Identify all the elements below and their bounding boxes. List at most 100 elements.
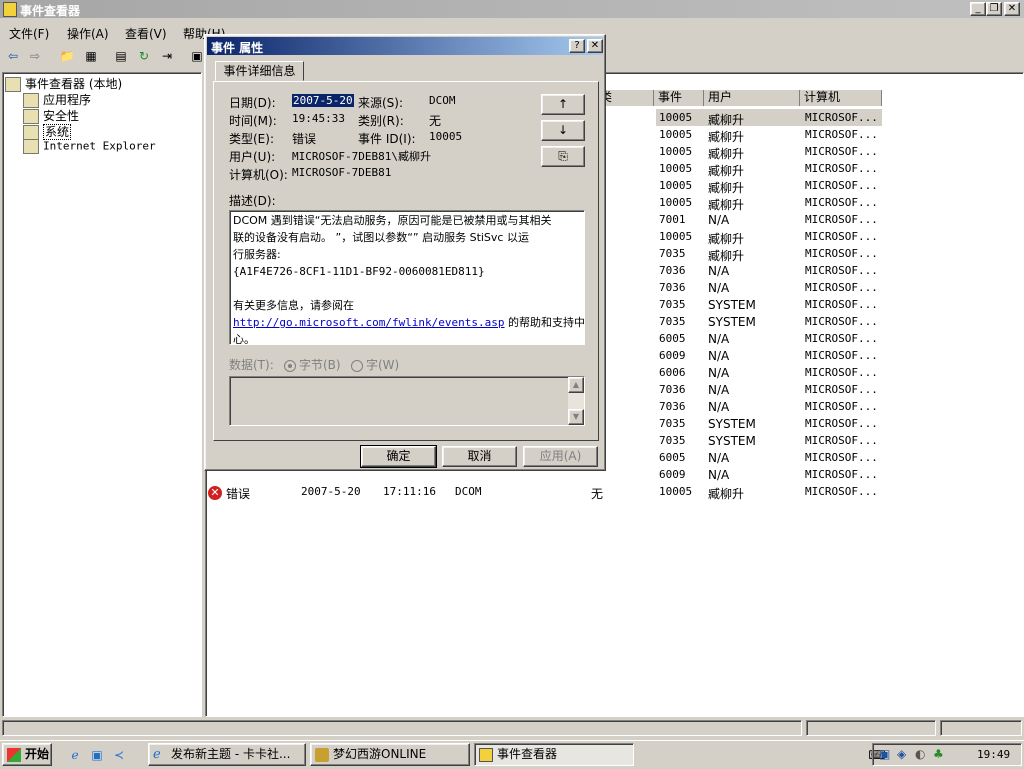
task-event-viewer[interactable]: 事件查看器 xyxy=(474,743,634,766)
dialog-close-button[interactable]: ✕ xyxy=(587,39,603,53)
row-computer: MICROSOF... xyxy=(805,230,878,243)
bytes-radio[interactable]: 字节(B) xyxy=(284,356,341,373)
row-computer: MICROSOF... xyxy=(805,179,878,192)
ok-button[interactable]: 确定 xyxy=(360,445,437,468)
previous-event-button[interactable]: ↑ xyxy=(541,94,585,115)
row-user: SYSTEM xyxy=(708,417,756,431)
row-user: N/A xyxy=(708,349,730,363)
security-icon[interactable]: ◈ xyxy=(897,747,906,761)
update-icon[interactable]: ♣ xyxy=(933,747,944,761)
minimize-button[interactable]: _ xyxy=(970,2,986,16)
row-user: N/A xyxy=(708,451,730,465)
log-icon xyxy=(23,93,39,108)
data-label: 数据(T): xyxy=(229,358,274,372)
properties-icon[interactable]: ▤ xyxy=(112,47,130,65)
next-event-button[interactable]: ↓ xyxy=(541,120,585,141)
tree-item-security[interactable]: 安全性 xyxy=(23,107,79,124)
tree-item-system[interactable]: 系统 xyxy=(23,123,72,140)
row-user: N/A xyxy=(708,468,730,482)
show-tree-icon[interactable]: ▦ xyxy=(82,47,100,65)
game-icon xyxy=(315,748,329,762)
data-scrollbar[interactable]: ▲ ▼ xyxy=(568,377,584,425)
tree-root[interactable]: 事件查看器 (本地) xyxy=(5,75,122,92)
log-icon xyxy=(23,109,39,124)
type-label: 类型(E): xyxy=(229,132,274,146)
copy-button[interactable]: ⎘ xyxy=(541,146,585,167)
description-label: 描述(D): xyxy=(229,194,276,208)
volume-icon[interactable]: ◐ xyxy=(915,747,925,761)
tab-event-details[interactable]: 事件详细信息 xyxy=(215,61,304,81)
menu-file[interactable]: 文件(F) xyxy=(9,25,49,42)
up-folder-icon[interactable]: 📁 xyxy=(58,47,76,65)
user-value: MICROSOF-7DEB81\臧柳升 xyxy=(292,150,431,163)
time-value: 19:45:33 xyxy=(292,112,345,125)
status-pane-3 xyxy=(940,720,1022,736)
data-box[interactable]: ▲ ▼ xyxy=(229,376,585,426)
log-icon xyxy=(23,139,39,154)
source-value: DCOM xyxy=(429,94,456,107)
row-computer: MICROSOF... xyxy=(805,315,878,328)
table-row[interactable]: ✕ 错误 2007-5-20 17:11:16 DCOM 无 10005 臧柳升… xyxy=(206,483,1023,501)
messenger-quicklaunch-icon[interactable]: ≺ xyxy=(110,746,128,764)
scroll-down-icon[interactable]: ▼ xyxy=(568,409,584,425)
task-forum-post[interactable]: ℯ 发布新主题 - 卡卡社... xyxy=(148,743,306,766)
tree-item-application[interactable]: 应用程序 xyxy=(23,91,91,108)
row-user: N/A xyxy=(708,383,730,397)
row-event: 10005 xyxy=(659,162,693,175)
row-computer: MICROSOF... xyxy=(805,298,878,311)
start-button[interactable]: 开始 xyxy=(2,743,52,766)
row-user: N/A xyxy=(708,400,730,414)
menu-view[interactable]: 查看(V) xyxy=(125,25,167,42)
task-fantasy-westward[interactable]: 梦幻西游ONLINE xyxy=(310,743,470,766)
restore-button[interactable]: ❐ xyxy=(986,2,1002,16)
dialog-help-button[interactable]: ? xyxy=(569,39,585,53)
row-computer: MICROSOF... xyxy=(805,128,878,141)
ie-icon: ℯ xyxy=(153,747,161,762)
row-event: 7035 xyxy=(659,298,686,311)
date-label: 日期(D): xyxy=(229,96,276,110)
row-event: 7001 xyxy=(659,213,686,226)
apply-button[interactable]: 应用(A) xyxy=(523,446,598,467)
taskbar: 开始 ℯ ▣ ≺ ℯ 发布新主题 - 卡卡社... 梦幻西游ONLINE 事件查… xyxy=(0,740,1024,769)
date-value: 2007-5-20 xyxy=(292,94,354,107)
computer-icon xyxy=(5,77,21,92)
menu-action[interactable]: 操作(A) xyxy=(67,25,109,42)
console-tree: 事件查看器 (本地) 应用程序 安全性 系统 Internet Explorer xyxy=(2,72,202,717)
cancel-button[interactable]: 取消 xyxy=(442,446,517,467)
network-icon[interactable]: ▣ xyxy=(879,747,890,761)
scroll-up-icon[interactable]: ▲ xyxy=(568,377,584,393)
description-box[interactable]: DCOM 遇到错误“无法启动服务，原因可能是已被禁用或与其相关 联的设备没有启动… xyxy=(229,210,585,346)
words-radio[interactable]: 字(W) xyxy=(351,356,399,373)
tree-item-internet-explorer[interactable]: Internet Explorer xyxy=(23,139,156,154)
row-computer: MICROSOF... xyxy=(805,281,878,294)
col-event-header[interactable]: 事件 xyxy=(654,90,704,106)
dialog-title: 事件 属性 xyxy=(211,41,264,55)
close-button[interactable]: ✕ xyxy=(1004,2,1020,16)
row-event: 6009 xyxy=(659,468,686,481)
desktop-quicklaunch-icon[interactable]: ▣ xyxy=(88,746,106,764)
row-computer: MICROSOF... xyxy=(805,417,878,430)
event-viewer-icon xyxy=(3,2,17,17)
row-computer: MICROSOF... xyxy=(805,349,878,362)
computer-value: MICROSOF-7DEB81 xyxy=(292,166,392,179)
computer-label: 计算机(O): xyxy=(229,168,288,182)
forward-icon[interactable]: ⇨ xyxy=(26,47,44,65)
system-tray: ▣ ◈ ◐ ♣ 19:49 xyxy=(872,743,1022,766)
col-user-header[interactable]: 用户 xyxy=(704,90,800,106)
category-label: 类别(R): xyxy=(358,114,404,128)
event-id-value: 10005 xyxy=(429,130,463,143)
row-user: N/A xyxy=(708,332,730,346)
ie-quicklaunch-icon[interactable]: ℯ xyxy=(66,746,84,764)
row-event: 7036 xyxy=(659,400,686,413)
export-icon[interactable]: ⇥ xyxy=(158,47,176,65)
status-pane-2 xyxy=(806,720,936,736)
user-label: 用户(U): xyxy=(229,150,276,164)
help-link[interactable]: http://go.microsoft.com/fwlink/events.as… xyxy=(233,316,505,329)
row-event: 7035 xyxy=(659,434,686,447)
back-icon[interactable]: ⇦ xyxy=(4,47,22,65)
row-event: 7035 xyxy=(659,417,686,430)
col-computer-header[interactable]: 计算机 xyxy=(800,90,882,106)
row-event: 10005 xyxy=(659,179,693,192)
row-computer: MICROSOF... xyxy=(805,111,878,124)
refresh-icon[interactable]: ↻ xyxy=(135,47,153,65)
